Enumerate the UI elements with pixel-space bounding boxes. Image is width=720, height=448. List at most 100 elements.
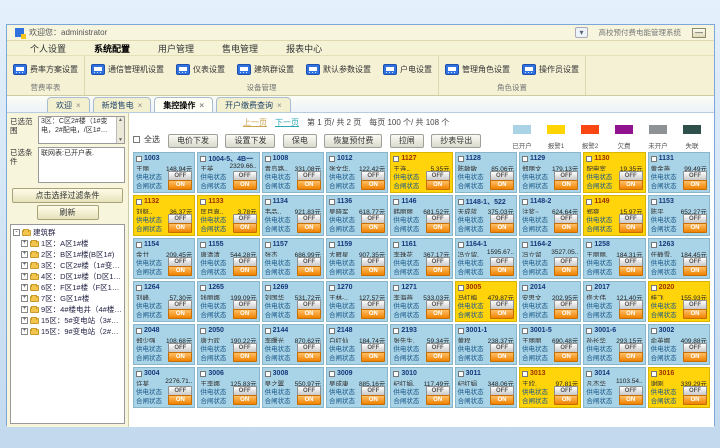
expand-icon[interactable]: + (21, 295, 28, 302)
menu-item[interactable]: 系统配置 (81, 41, 143, 56)
room-checkbox[interactable] (458, 156, 464, 162)
room-checkbox[interactable] (522, 328, 528, 334)
breaker-toggle-button[interactable]: ON (683, 395, 707, 405)
tree-root[interactable]: - 建筑群 (13, 227, 122, 238)
breaker-toggle-button[interactable]: ON (361, 309, 385, 319)
room-checkbox[interactable] (136, 371, 142, 377)
breaker-toggle-button[interactable]: ON (554, 352, 578, 362)
breaker-toggle-button[interactable]: ON (297, 309, 321, 319)
breaker-toggle-button[interactable]: ON (361, 352, 385, 362)
next-page-link[interactable]: 下一页 (275, 117, 299, 128)
breaker-toggle-button[interactable]: ON (426, 180, 450, 190)
room-checkbox[interactable] (200, 156, 206, 162)
room-checkbox[interactable] (200, 371, 206, 377)
action-button[interactable]: 恢复预付费 (324, 134, 382, 148)
ribbon-button[interactable]: 通信管理机设置 (89, 63, 166, 76)
breaker-toggle-button[interactable]: ON (168, 352, 192, 362)
room-checkbox[interactable] (200, 285, 206, 291)
room-checkbox[interactable] (265, 242, 271, 248)
breaker-toggle-button[interactable]: ON (554, 180, 578, 190)
tree-item[interactable]: + 2区：B区1#楼(B区1#) (13, 249, 122, 260)
tree-item[interactable]: + 1区：A区1#楼 (13, 238, 122, 249)
breaker-toggle-button[interactable]: ON (426, 309, 450, 319)
breaker-toggle-button[interactable]: ON (683, 223, 707, 233)
room-checkbox[interactable] (393, 328, 399, 334)
breaker-toggle-button[interactable]: ON (619, 223, 643, 233)
action-button[interactable]: 抄表导出 (431, 134, 481, 148)
expand-icon[interactable]: + (21, 262, 28, 269)
menu-item[interactable]: 报表中心 (273, 41, 335, 56)
select-all-checkbox[interactable] (133, 136, 140, 143)
action-button[interactable]: 拉闸 (390, 134, 424, 148)
expand-icon[interactable]: + (21, 273, 28, 280)
room-checkbox[interactable] (136, 242, 142, 248)
breaker-toggle-button[interactable]: ON (683, 352, 707, 362)
collapse-icon[interactable]: - (13, 229, 20, 236)
tab-close-icon[interactable]: × (277, 101, 282, 110)
room-checkbox[interactable] (329, 199, 335, 205)
breaker-toggle-button[interactable]: ON (490, 180, 514, 190)
ribbon-button[interactable]: 操作员设置 (520, 63, 581, 76)
breaker-toggle-button[interactable]: ON (361, 223, 385, 233)
tab-close-icon[interactable]: × (199, 101, 204, 110)
room-checkbox[interactable] (329, 328, 335, 334)
prev-page-link[interactable]: 上一页 (243, 117, 267, 128)
tree-item[interactable]: + 7区：G区1#楼 (13, 293, 122, 304)
breaker-toggle-button[interactable]: ON (683, 266, 707, 276)
room-checkbox[interactable] (651, 199, 657, 205)
tree-item[interactable]: + 3区：C区2#楼（1#变… (13, 260, 122, 271)
refresh-button[interactable]: 刷新 (37, 205, 99, 220)
menu-item[interactable]: 个人设置 (17, 41, 79, 56)
breaker-toggle-button[interactable]: ON (490, 395, 514, 405)
scroll-down-icon[interactable]: ▼ (118, 137, 123, 143)
breaker-toggle-button[interactable]: ON (168, 223, 192, 233)
breaker-toggle-button[interactable]: ON (233, 395, 257, 405)
breaker-toggle-button[interactable]: ON (297, 395, 321, 405)
room-checkbox[interactable] (458, 242, 464, 248)
room-checkbox[interactable] (265, 156, 271, 162)
room-checkbox[interactable] (393, 371, 399, 377)
room-checkbox[interactable] (329, 285, 335, 291)
breaker-toggle-button[interactable]: ON (233, 309, 257, 319)
room-checkbox[interactable] (522, 371, 528, 377)
breaker-toggle-button[interactable]: ON (426, 266, 450, 276)
room-checkbox[interactable] (393, 199, 399, 205)
expand-icon[interactable]: + (21, 306, 28, 313)
breaker-toggle-button[interactable]: ON (426, 352, 450, 362)
tree-item[interactable]: + 6区：F区1#楼（F区1#… (13, 282, 122, 293)
room-checkbox[interactable] (265, 371, 271, 377)
room-checkbox[interactable] (458, 371, 464, 377)
room-checkbox[interactable] (458, 199, 464, 205)
breaker-toggle-button[interactable]: ON (554, 266, 578, 276)
expand-icon[interactable]: + (21, 251, 28, 258)
breaker-toggle-button[interactable]: ON (619, 395, 643, 405)
action-button[interactable]: 设置下发 (225, 134, 275, 148)
menu-item[interactable]: 售电管理 (209, 41, 271, 56)
room-checkbox[interactable] (200, 242, 206, 248)
ribbon-button[interactable]: 建筑群设置 (235, 63, 296, 76)
room-checkbox[interactable] (586, 156, 592, 162)
room-checkbox[interactable] (136, 328, 142, 334)
room-checkbox[interactable] (136, 199, 142, 205)
room-checkbox[interactable] (329, 242, 335, 248)
breaker-toggle-button[interactable]: ON (168, 309, 192, 319)
room-checkbox[interactable] (393, 156, 399, 162)
room-checkbox[interactable] (265, 199, 271, 205)
breaker-toggle-button[interactable]: ON (361, 266, 385, 276)
tab[interactable]: 新增售电 × (93, 97, 152, 112)
room-checkbox[interactable] (586, 242, 592, 248)
room-checkbox[interactable] (136, 285, 142, 291)
breaker-toggle-button[interactable]: ON (361, 180, 385, 190)
room-checkbox[interactable] (522, 285, 528, 291)
breaker-toggle-button[interactable]: ON (168, 395, 192, 405)
breaker-toggle-button[interactable]: ON (490, 352, 514, 362)
room-checkbox[interactable] (458, 285, 464, 291)
breaker-toggle-button[interactable]: ON (233, 180, 257, 190)
room-checkbox[interactable] (265, 328, 271, 334)
room-checkbox[interactable] (586, 328, 592, 334)
breaker-toggle-button[interactable]: ON (233, 352, 257, 362)
room-checkbox[interactable] (651, 328, 657, 334)
minimize-button[interactable]: — (692, 28, 706, 38)
breaker-toggle-button[interactable]: ON (490, 266, 514, 276)
breaker-toggle-button[interactable]: ON (683, 180, 707, 190)
